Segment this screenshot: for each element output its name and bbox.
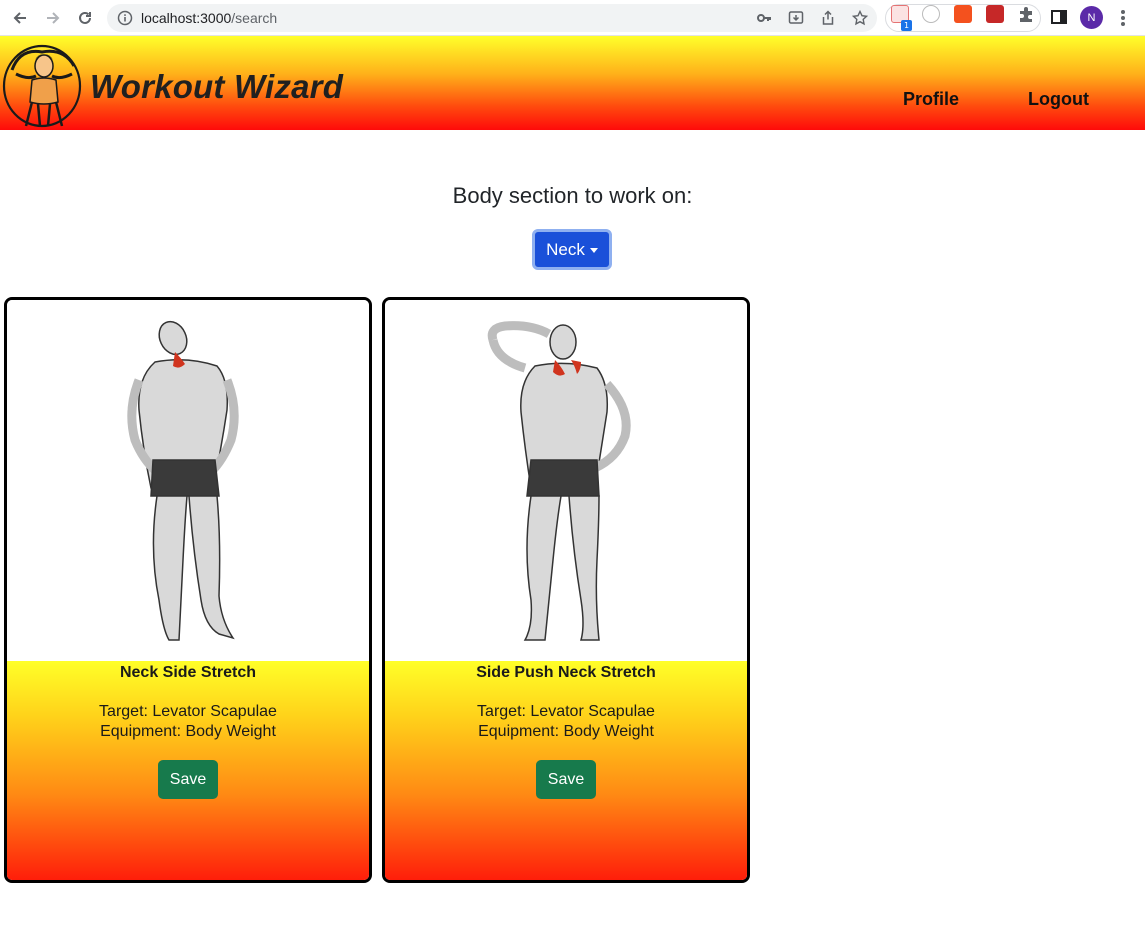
neck-side-stretch-figure-icon <box>127 320 239 641</box>
exercise-card-body: Neck Side Stretch Target: Levator Scapul… <box>7 661 369 880</box>
exercise-card-body: Side Push Neck Stretch Target: Levator S… <box>385 661 747 880</box>
profile-avatar[interactable]: N <box>1080 6 1103 29</box>
exercise-image <box>7 300 369 661</box>
lighthouse-icon[interactable] <box>954 5 972 23</box>
dropdown-selected-value: Neck <box>546 239 585 259</box>
save-button[interactable]: Save <box>158 760 218 799</box>
forward-arrow-icon[interactable] <box>42 7 64 29</box>
nav-profile-link[interactable]: Profile <box>903 89 959 110</box>
url-path: /search <box>231 10 278 26</box>
address-bar-actions <box>755 9 869 27</box>
site-info-icon[interactable] <box>117 10 133 31</box>
browser-menu-icon[interactable] <box>1115 8 1131 28</box>
save-button[interactable]: Save <box>536 760 596 799</box>
url-text: localhost:3000/search <box>141 10 277 26</box>
side-push-neck-stretch-figure-icon <box>487 321 631 641</box>
bookmark-star-icon[interactable] <box>851 9 869 27</box>
key-icon[interactable] <box>755 9 773 27</box>
browser-toolbar: localhost:3000/search 1 N <box>0 0 1145 36</box>
url-host: localhost:3000 <box>141 10 232 26</box>
app-brand-title[interactable]: Workout Wizard <box>90 68 343 106</box>
logo-figure-icon <box>2 40 88 128</box>
body-section-label: Body section to work on: <box>452 183 693 208</box>
exercise-equipment: Equipment: Body Weight <box>478 723 654 740</box>
exercise-name: Side Push Neck Stretch <box>476 664 656 681</box>
nav-logout-link[interactable]: Logout <box>1028 89 1089 110</box>
exercise-name: Neck Side Stretch <box>119 664 257 681</box>
exercise-equipment: Equipment: Body Weight <box>100 723 276 740</box>
address-bar[interactable]: localhost:3000/search <box>107 4 877 32</box>
install-app-icon[interactable] <box>787 9 805 27</box>
extension-icon[interactable] <box>986 5 1004 23</box>
exercise-target: Target: Levator Scapulae <box>477 703 655 720</box>
exercise-image <box>385 300 747 661</box>
exercise-target: Target: Levator Scapulae <box>99 703 277 720</box>
exercise-card: Side Push Neck Stretch Target: Levator S… <box>382 297 750 883</box>
reload-icon[interactable] <box>74 7 96 29</box>
extension-badge: 1 <box>901 20 912 31</box>
puzzle-extensions-icon[interactable] <box>1017 5 1035 23</box>
exercise-card: Neck Side Stretch Target: Levator Scapul… <box>4 297 372 883</box>
caret-down-icon <box>589 248 598 253</box>
mouse-extension-icon[interactable] <box>922 5 940 23</box>
body-part-dropdown[interactable]: Neck <box>532 229 612 270</box>
share-icon[interactable] <box>819 9 837 27</box>
side-panel-icon[interactable] <box>1050 8 1068 26</box>
back-arrow-icon[interactable] <box>9 7 31 29</box>
app-header: Workout Wizard Profile Logout <box>0 36 1145 130</box>
